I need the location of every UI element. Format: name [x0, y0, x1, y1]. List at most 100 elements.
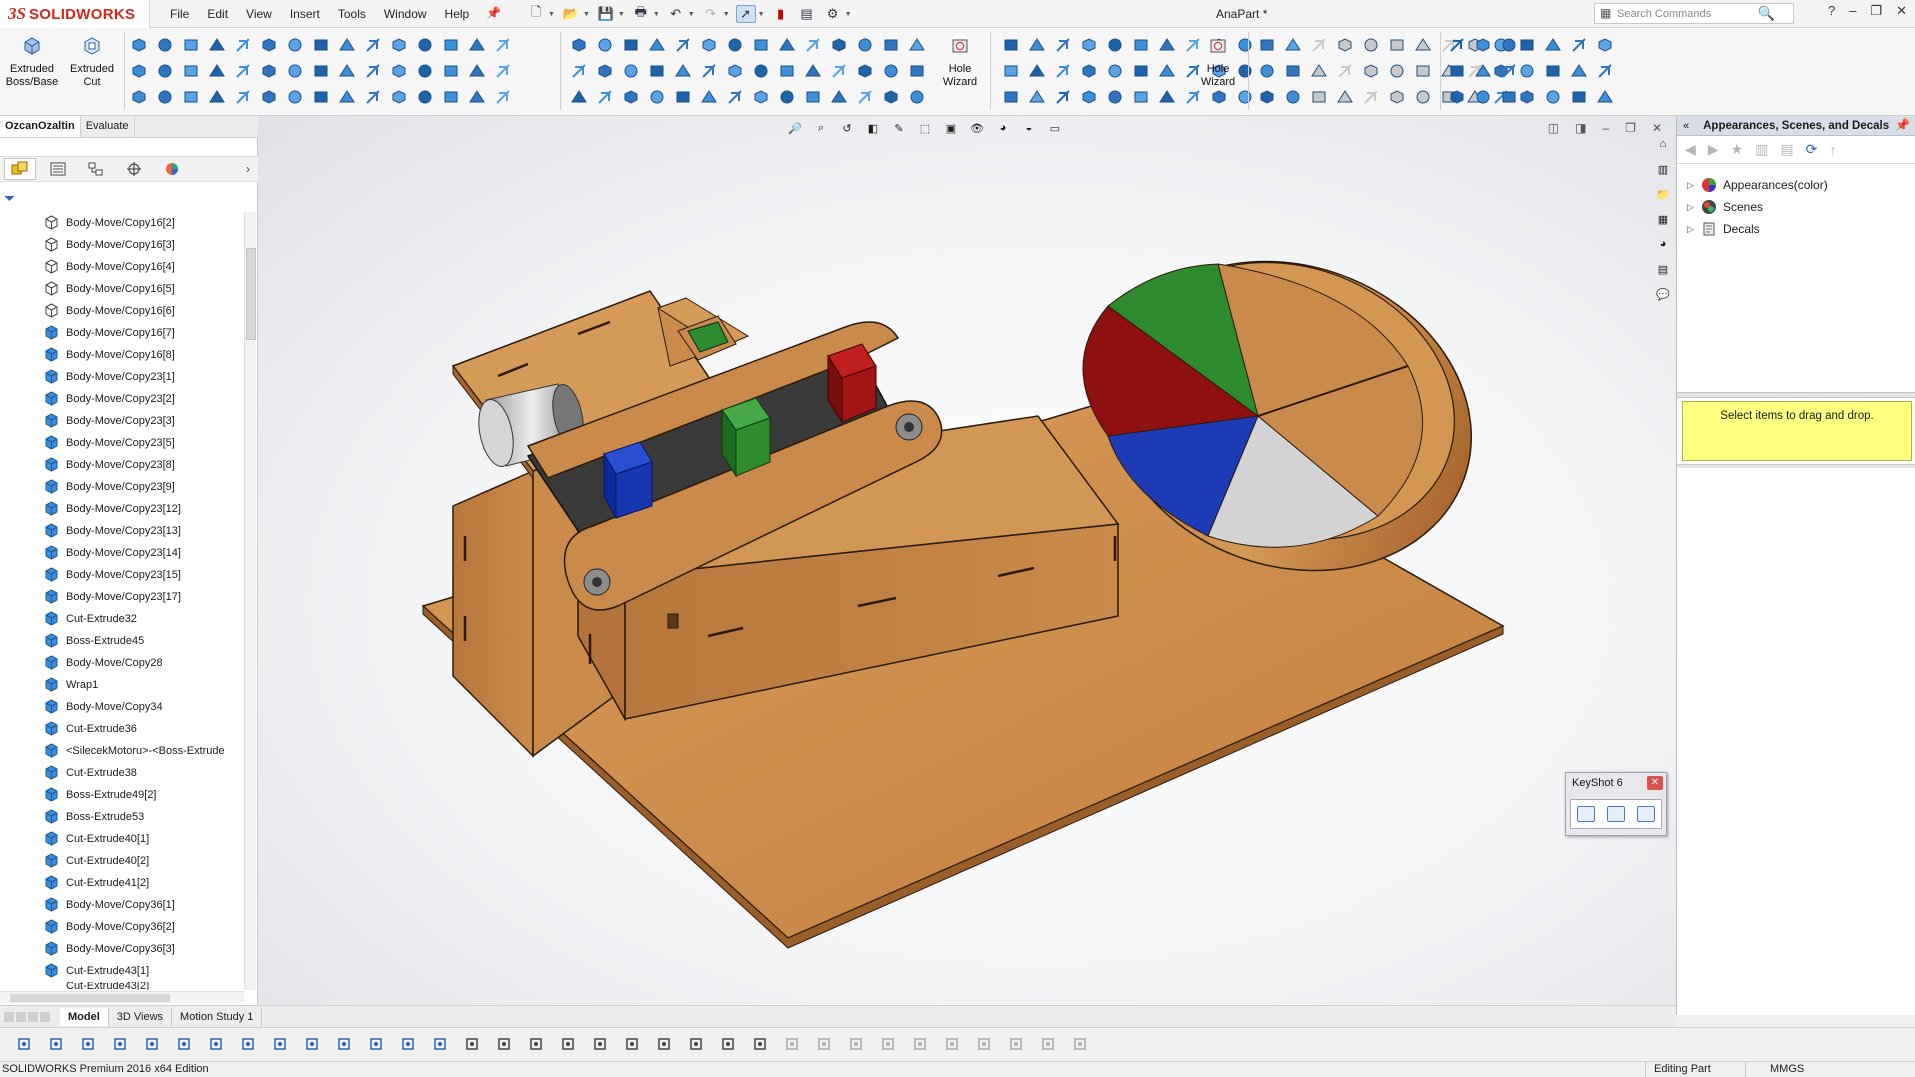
dropdown-arrow-icon[interactable]: ▼	[723, 11, 730, 18]
rib-icon[interactable]	[880, 86, 901, 107]
tree-item[interactable]: Wrap1	[0, 674, 244, 696]
line-icon[interactable]	[846, 1034, 866, 1054]
tree-item[interactable]: Body-Move/Copy23[13]	[0, 520, 244, 542]
combine-icon[interactable]	[646, 86, 667, 107]
add-favorite-icon[interactable]: ★	[1731, 141, 1744, 158]
pattern-icon[interactable]	[1256, 60, 1277, 81]
tree-item[interactable]: Body-Move/Copy23[5]	[0, 432, 244, 454]
mirror-icon[interactable]	[388, 34, 409, 55]
text-icon[interactable]	[284, 60, 305, 81]
menu-window[interactable]: Window	[384, 7, 427, 21]
extruded-cut-button[interactable]: Extruded Cut	[64, 34, 120, 104]
tree-item[interactable]: Boss-Extrude45	[0, 630, 244, 652]
rebuild-traffic-light-icon[interactable]: ▮	[771, 5, 791, 23]
knit-icon[interactable]	[154, 86, 175, 107]
freeform-icon[interactable]	[362, 86, 383, 107]
loft-icon[interactable]	[180, 34, 201, 55]
circle-icon[interactable]	[1386, 60, 1407, 81]
rectangle-icon[interactable]	[1000, 60, 1021, 81]
flex-icon[interactable]	[1130, 86, 1151, 107]
freeform-icon[interactable]	[1308, 34, 1329, 55]
tree-item[interactable]: Cut-Extrude38	[0, 762, 244, 784]
hole-wizard-button-2[interactable]: Hole Wizard	[1190, 34, 1246, 104]
dropdown-arrow-icon[interactable]: ▼	[845, 11, 852, 18]
offset-icon[interactable]	[336, 60, 357, 81]
point-icon[interactable]	[776, 60, 797, 81]
tree-item[interactable]: Body-Move/Copy16[6]	[0, 300, 244, 322]
back-icon[interactable]: ◀	[1685, 141, 1696, 158]
arc-icon[interactable]	[206, 60, 227, 81]
select-pointer-icon[interactable]: ➚	[735, 5, 756, 23]
menu-insert[interactable]: Insert	[290, 7, 320, 21]
text-icon[interactable]	[1516, 60, 1537, 81]
circle-icon[interactable]	[854, 34, 875, 55]
hole-callout-icon[interactable]	[686, 1034, 706, 1054]
convert-icon[interactable]	[698, 60, 719, 81]
folder-icon[interactable]: ▥	[1755, 141, 1768, 158]
plane-icon[interactable]	[388, 60, 409, 81]
plane-icon[interactable]	[334, 1034, 354, 1054]
intersect-icon[interactable]	[1052, 34, 1073, 55]
chevron-right-icon[interactable]: ›	[246, 162, 250, 176]
keyshot-render-icon[interactable]	[1577, 806, 1595, 822]
dropdown-arrow-icon[interactable]: ▼	[548, 11, 555, 18]
sweep-icon[interactable]	[1498, 34, 1519, 55]
dropdown-arrow-icon[interactable]: ▼	[688, 11, 695, 18]
drag-drop-zone[interactable]: Select items to drag and drop.	[1682, 401, 1912, 461]
rib-icon[interactable]	[258, 34, 279, 55]
scroll-thumb[interactable]	[246, 248, 256, 340]
wrap-icon[interactable]	[1026, 34, 1047, 55]
chamfer-icon[interactable]	[854, 86, 875, 107]
shell-icon[interactable]	[620, 34, 641, 55]
tree-item[interactable]: Boss-Extrude53	[0, 806, 244, 828]
curve-icon[interactable]	[802, 60, 823, 81]
axis-icon[interactable]	[750, 60, 771, 81]
tab-motion-study[interactable]: Motion Study 1	[172, 1007, 263, 1026]
expand-icon[interactable]: ▷	[1687, 224, 1701, 235]
dome-icon[interactable]	[466, 34, 487, 55]
tree-item[interactable]: Cut-Extrude43[2]	[0, 982, 244, 990]
menu-view[interactable]: View	[246, 7, 272, 21]
flex-icon[interactable]	[180, 86, 201, 107]
tree-horizontal-scrollbar[interactable]	[0, 991, 244, 1003]
file-properties-icon[interactable]: ▤	[797, 5, 817, 23]
tree-item-appearances[interactable]: ▷ Appearances(color)	[1687, 174, 1828, 196]
split-icon[interactable]	[1334, 60, 1355, 81]
knit-icon[interactable]	[1412, 86, 1433, 107]
freeform-icon[interactable]	[1446, 34, 1467, 55]
menu-help[interactable]: Help	[445, 7, 470, 21]
tree-item[interactable]: Boss-Extrude49[2]	[0, 784, 244, 806]
tab-3d-views[interactable]: 3D Views	[109, 1007, 173, 1026]
spline-icon[interactable]	[568, 60, 589, 81]
indent-icon[interactable]	[1282, 34, 1303, 55]
tab-ozcanozaltin[interactable]: OzcanOzaltin	[0, 116, 81, 137]
tree-item[interactable]: Cut-Extrude40[1]	[0, 828, 244, 850]
axis-icon[interactable]	[1282, 86, 1303, 107]
collapse-icon[interactable]: «	[1683, 120, 1689, 132]
tree-item[interactable]: Cut-Extrude36	[0, 718, 244, 740]
clear-filters-icon[interactable]	[46, 1034, 66, 1054]
fillet-icon[interactable]	[1412, 34, 1433, 55]
delete-face-icon[interactable]	[258, 86, 279, 107]
wrap-icon[interactable]	[1542, 34, 1563, 55]
tree-item[interactable]: Body-Move/Copy36[1]	[0, 894, 244, 916]
axis-icon[interactable]	[302, 1034, 322, 1054]
tree-item[interactable]: Body-Move/Copy23[2]	[0, 388, 244, 410]
balloon-icon[interactable]	[654, 1034, 674, 1054]
keyshot-update-icon[interactable]	[1607, 806, 1625, 822]
chamfer-icon[interactable]	[492, 86, 513, 107]
extruded-boss-button[interactable]: Extruded Boss/Base	[4, 34, 60, 104]
freeform-icon[interactable]	[724, 86, 745, 107]
tree-item[interactable]: Body-Move/Copy16[5]	[0, 278, 244, 300]
revolve-icon[interactable]	[1472, 34, 1493, 55]
tree-item[interactable]: Body-Move/Copy23[9]	[0, 476, 244, 498]
trim-icon[interactable]	[310, 60, 331, 81]
loft-icon[interactable]	[802, 86, 823, 107]
units-selector[interactable]: MMGS	[1770, 1063, 1804, 1075]
sweep-icon[interactable]	[414, 86, 435, 107]
axis-icon[interactable]	[414, 60, 435, 81]
save-icon[interactable]: 💾	[596, 5, 616, 23]
graphics-area[interactable]: 🔎 ⌕ ↺ ◧ ✎ ⬚ ▣ 👁 ◕ ◒ ▭ ◫ ◨ – ❐ ✕ KeyShot …	[258, 116, 1676, 1005]
tab-model[interactable]: Model	[60, 1007, 109, 1026]
solid-body-icon[interactable]	[270, 1034, 290, 1054]
